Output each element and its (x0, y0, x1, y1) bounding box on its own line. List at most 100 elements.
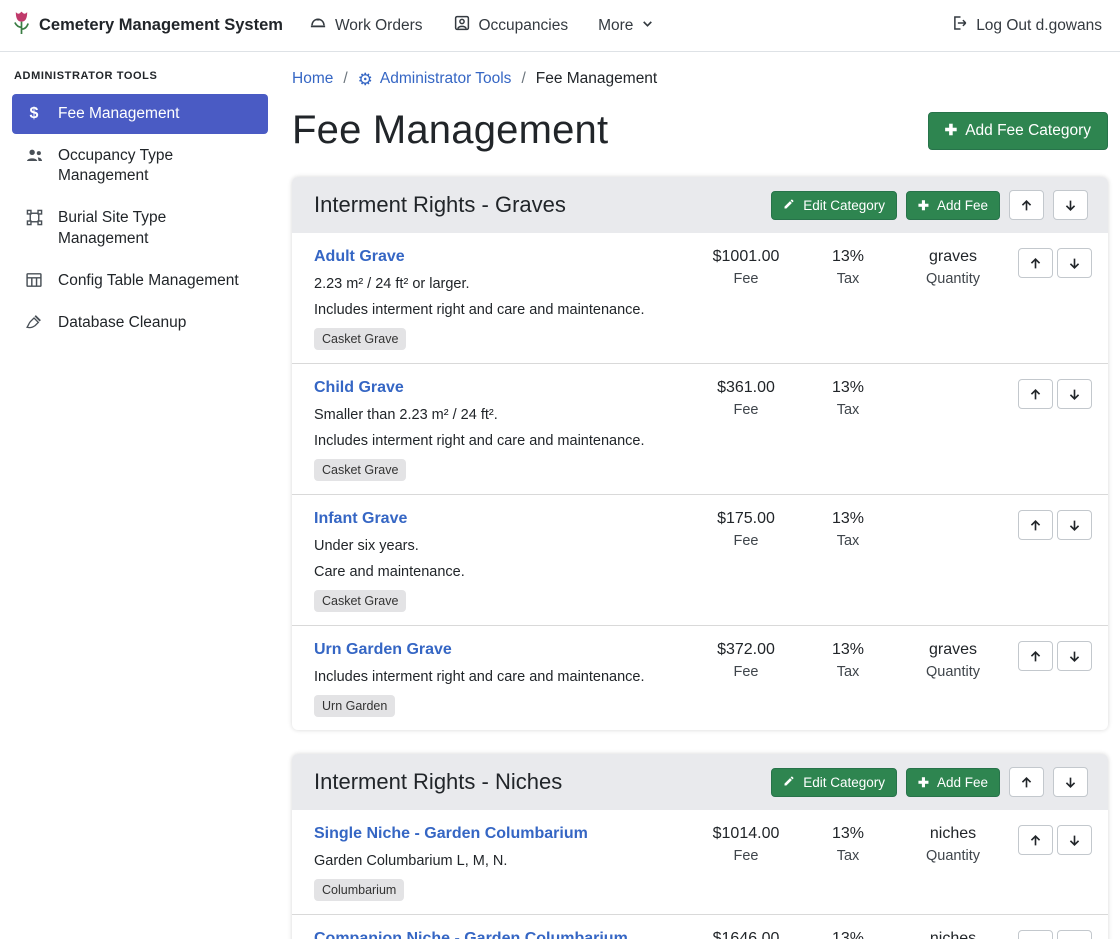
plus-icon: ✚ (918, 199, 929, 212)
fee-tax: 13% (798, 248, 898, 266)
breadcrumb-admin-tools-label: Administrator Tools (380, 70, 512, 88)
move-fee-up-button[interactable] (1018, 510, 1053, 540)
move-category-down-button[interactable] (1053, 767, 1088, 797)
add-fee-button[interactable]: ✚ Add Fee (906, 768, 1000, 797)
category-actions: Edit Category ✚ Add Fee (771, 190, 1088, 220)
fee-name-link[interactable]: Adult Grave (314, 248, 405, 265)
pencil-icon (783, 775, 795, 790)
fee-type-badge: Columbarium (314, 879, 404, 901)
fee-row: Adult Grave 2.23 m² / 24 ft² or larger. … (292, 233, 1108, 363)
fee-description: Garden Columbarium L, M, N. (314, 853, 688, 869)
sidebar-item-label: Burial Site Type Management (58, 208, 258, 248)
add-fee-button[interactable]: ✚ Add Fee (906, 191, 1000, 220)
sidebar-item-burial-site-type-management[interactable]: Burial Site Type Management (12, 198, 268, 258)
fee-info: Companion Niche - Garden Columbarium Gar… (314, 930, 694, 939)
breadcrumb-home-link[interactable]: Home (292, 70, 333, 88)
move-fee-up-button[interactable] (1018, 641, 1053, 671)
fee-description: Includes interment right and care and ma… (314, 433, 688, 449)
sidebar-item-occupancy-type-management[interactable]: Occupancy Type Management (12, 136, 268, 196)
move-category-up-button[interactable] (1009, 767, 1044, 797)
add-fee-label: Add Fee (937, 775, 988, 790)
fee-name-link[interactable]: Single Niche - Garden Columbarium (314, 825, 588, 842)
category-header: Interment Rights - Niches Edit Category … (292, 754, 1108, 810)
logout-button[interactable]: Log Out d.gowans (950, 14, 1102, 37)
fee-row-arrows (1008, 641, 1092, 671)
move-fee-up-button[interactable] (1018, 825, 1053, 855)
fee-info: Infant Grave Under six years. Care and m… (314, 510, 694, 612)
breadcrumb-home-label: Home (292, 70, 333, 88)
move-fee-down-button[interactable] (1057, 510, 1092, 540)
move-fee-down-button[interactable] (1057, 379, 1092, 409)
move-fee-up-button[interactable] (1018, 248, 1053, 278)
move-category-up-button[interactable] (1009, 190, 1044, 220)
arrow-up-icon (1020, 199, 1033, 212)
fee-type-badge: Casket Grave (314, 328, 406, 350)
app-title: Cemetery Management System (39, 16, 283, 35)
add-fee-category-button[interactable]: ✚ Add Fee Category (928, 112, 1108, 150)
fee-tax: 13% (798, 379, 898, 397)
fee-tax: 13% (798, 510, 898, 528)
fee-amount-col: $175.00 Fee (694, 510, 798, 549)
app-brand[interactable]: Cemetery Management System (12, 10, 283, 42)
sidebar-item-database-cleanup[interactable]: Database Cleanup (12, 303, 268, 343)
fee-row-arrows (1008, 379, 1092, 409)
fee-tax-label: Tax (798, 271, 898, 287)
fee-description: Smaller than 2.23 m² / 24 ft². (314, 407, 688, 423)
nav-occupancies[interactable]: Occupancies (453, 14, 569, 37)
fee-row-arrows (1008, 248, 1092, 278)
chevron-down-icon (641, 17, 654, 35)
fee-quantity-label: Quantity (898, 848, 1008, 864)
page-header: Fee Management ✚ Add Fee Category (292, 108, 1108, 153)
fee-amount-label: Fee (694, 848, 798, 864)
edit-category-button[interactable]: Edit Category (771, 191, 897, 220)
arrow-down-icon (1068, 257, 1081, 270)
fee-tax-col: 13% Tax (798, 825, 898, 864)
move-fee-up-button[interactable] (1018, 930, 1053, 939)
category-card-niches: Interment Rights - Niches Edit Category … (292, 754, 1108, 939)
main-content: Home / ⚙ Administrator Tools / Fee Manag… (280, 52, 1120, 939)
logout-label: Log Out d.gowans (976, 17, 1102, 35)
nav-occupancies-label: Occupancies (479, 17, 569, 35)
move-fee-down-button[interactable] (1057, 248, 1092, 278)
fee-amount-col: $1646.00 Fee (694, 930, 798, 939)
sidebar-item-label: Database Cleanup (58, 313, 186, 333)
fee-quantity: graves (898, 641, 1008, 659)
fee-info: Single Niche - Garden Columbarium Garden… (314, 825, 694, 901)
logout-icon (950, 14, 968, 37)
arrow-down-icon (1068, 388, 1081, 401)
fee-description: 2.23 m² / 24 ft² or larger. (314, 276, 688, 292)
fee-name-link[interactable]: Child Grave (314, 379, 404, 396)
sidebar-item-config-table-management[interactable]: Config Table Management (12, 261, 268, 301)
fee-description: Care and maintenance. (314, 564, 688, 580)
table-icon (24, 272, 44, 288)
move-fee-up-button[interactable] (1018, 379, 1053, 409)
nav-work-orders[interactable]: Work Orders (309, 14, 423, 37)
fee-description: Includes interment right and care and ma… (314, 669, 688, 685)
arrow-down-icon (1068, 650, 1081, 663)
fee-name-link[interactable]: Companion Niche - Garden Columbarium (314, 930, 628, 939)
fee-quantity-label: Quantity (898, 664, 1008, 680)
sidebar-item-label: Config Table Management (58, 271, 239, 291)
sidebar-item-label: Fee Management (58, 104, 180, 124)
fee-row-arrows (1008, 510, 1092, 540)
fee-row-arrows (1008, 930, 1092, 939)
fee-tax-label: Tax (798, 402, 898, 418)
admin-sidebar: Administrator Tools $ Fee Management Occ… (0, 52, 280, 939)
move-fee-down-button[interactable] (1057, 641, 1092, 671)
fee-info: Adult Grave 2.23 m² / 24 ft² or larger. … (314, 248, 694, 350)
category-actions: Edit Category ✚ Add Fee (771, 767, 1088, 797)
edit-category-button[interactable]: Edit Category (771, 768, 897, 797)
fee-amount-label: Fee (694, 533, 798, 549)
breadcrumb-current: Fee Management (536, 70, 658, 88)
move-fee-down-button[interactable] (1057, 930, 1092, 939)
move-fee-down-button[interactable] (1057, 825, 1092, 855)
breadcrumb-admin-tools-link[interactable]: ⚙ Administrator Tools (358, 70, 512, 88)
fee-row: Child Grave Smaller than 2.23 m² / 24 ft… (292, 363, 1108, 494)
fee-name-link[interactable]: Infant Grave (314, 510, 407, 527)
move-category-down-button[interactable] (1053, 190, 1088, 220)
sidebar-item-fee-management[interactable]: $ Fee Management (12, 94, 268, 134)
fee-description: Includes interment right and care and ma… (314, 302, 688, 318)
fee-name-link[interactable]: Urn Garden Grave (314, 641, 452, 658)
nav-more[interactable]: More (598, 17, 654, 35)
fee-description: Under six years. (314, 538, 688, 554)
